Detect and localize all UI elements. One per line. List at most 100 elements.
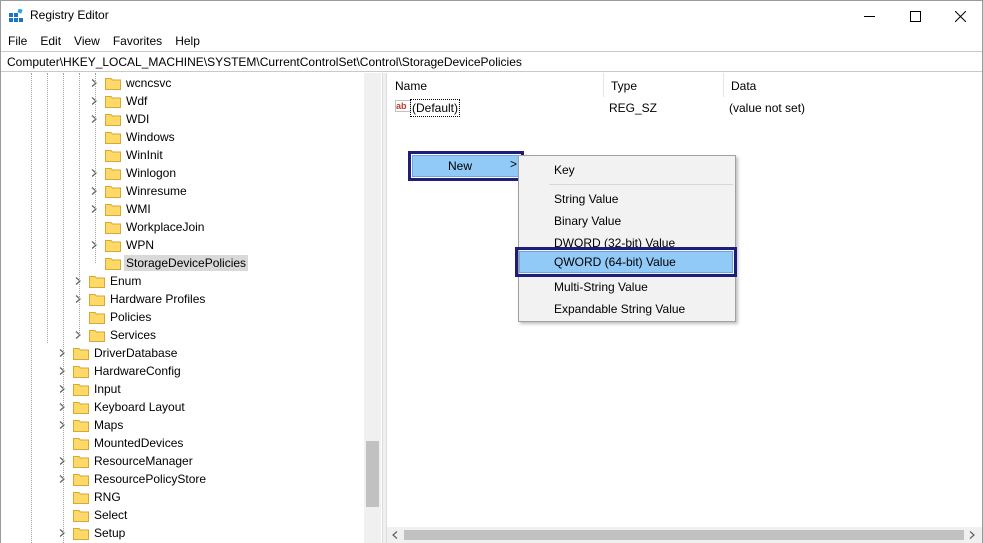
menu-view[interactable]: View xyxy=(70,31,104,51)
chevron-right-icon[interactable] xyxy=(73,326,83,344)
tree-item-label: Maps xyxy=(94,418,124,432)
tree-item-wmi[interactable]: WMI xyxy=(89,200,153,218)
tree-item-setup[interactable]: Setup xyxy=(57,524,127,542)
address-path[interactable]: Computer\HKEY_LOCAL_MACHINE\SYSTEM\Curre… xyxy=(7,55,522,69)
chevron-right-icon[interactable] xyxy=(57,416,67,434)
tree-item-input[interactable]: Input xyxy=(57,380,123,398)
tree-item-label: Enum xyxy=(110,274,142,288)
value-row-default[interactable]: ab (Default) REG_SZ (value not set) xyxy=(387,99,982,117)
chevron-right-icon[interactable] xyxy=(73,272,83,290)
tree-item-select[interactable]: Select xyxy=(57,506,129,524)
tree-item-label: WinInit xyxy=(126,148,163,162)
folder-icon xyxy=(73,401,89,414)
tree-item-policies[interactable]: Policies xyxy=(73,308,153,326)
tree-item-maps[interactable]: Maps xyxy=(57,416,125,434)
menu-favorites[interactable]: Favorites xyxy=(109,31,166,51)
value-data: (value not set) xyxy=(729,101,806,115)
tree-scrollbar[interactable] xyxy=(364,73,381,543)
chevron-right-icon[interactable] xyxy=(57,344,67,362)
tree-item-winlogon[interactable]: Winlogon xyxy=(89,164,178,182)
chevron-right-icon[interactable] xyxy=(89,164,99,182)
tree-item-resourcemanager[interactable]: ResourceManager xyxy=(57,452,195,470)
tree-item-keyboard-layout[interactable]: Keyboard Layout xyxy=(57,398,187,416)
submenu-item-label: Key xyxy=(554,163,575,177)
tree-item-wdi[interactable]: WDI xyxy=(89,110,151,128)
tree-item-label: DriverDatabase xyxy=(94,346,178,360)
folder-icon xyxy=(73,365,89,378)
folder-icon xyxy=(73,347,89,360)
tree-item-label: Setup xyxy=(94,526,126,540)
minimize-button[interactable] xyxy=(846,1,892,31)
tree-item-winresume[interactable]: Winresume xyxy=(89,182,189,200)
submenu-key[interactable]: Key xyxy=(521,158,733,180)
submenu-item-label: Expandable String Value xyxy=(554,302,686,316)
tree-item-wininit[interactable]: WinInit xyxy=(89,146,165,164)
scroll-right-icon[interactable] xyxy=(969,531,975,539)
submenu-qword-value[interactable]: QWORD (64-bit) Value xyxy=(515,247,737,277)
chevron-right-icon[interactable] xyxy=(89,110,99,128)
scroll-left-icon[interactable] xyxy=(392,531,398,539)
close-button[interactable] xyxy=(937,1,983,31)
chevron-right-icon[interactable] xyxy=(89,200,99,218)
hscroll-thumb[interactable] xyxy=(404,530,964,540)
tree-guide-line xyxy=(63,73,64,543)
submenu-string-value[interactable]: String Value xyxy=(521,187,733,209)
tree-item-services[interactable]: Services xyxy=(73,326,158,344)
registry-editor-icon xyxy=(9,9,23,22)
chevron-right-icon[interactable] xyxy=(57,380,67,398)
chevron-right-icon[interactable] xyxy=(57,524,67,542)
tree-item-wpn[interactable]: WPN xyxy=(89,236,156,254)
column-header-data[interactable]: Data xyxy=(723,73,973,97)
folder-icon xyxy=(105,185,121,198)
tree-item-hardware-profiles[interactable]: Hardware Profiles xyxy=(73,290,207,308)
tree-guide-line xyxy=(47,73,48,343)
value-list-hscrollbar[interactable] xyxy=(387,527,982,543)
tree-item-wcncsvc[interactable]: wcncsvc xyxy=(89,74,173,92)
tree-item-hardwareconfig[interactable]: HardwareConfig xyxy=(57,362,183,380)
tree-item-driverdatabase[interactable]: DriverDatabase xyxy=(57,344,179,362)
chevron-right-icon[interactable] xyxy=(57,470,67,488)
submenu-binary-value[interactable]: Binary Value xyxy=(521,209,733,231)
tree-item-label: Wdf xyxy=(126,94,148,108)
tree-item-mounteddevices[interactable]: MountedDevices xyxy=(57,434,185,452)
column-header-name[interactable]: Name xyxy=(387,73,603,97)
chevron-right-icon[interactable] xyxy=(89,92,99,110)
submenu-multi-string-value[interactable]: Multi-String Value xyxy=(521,275,733,297)
value-name: (Default) xyxy=(410,99,461,117)
tree-item-resourcepolicystore[interactable]: ResourcePolicyStore xyxy=(57,470,208,488)
tree-item-enum[interactable]: Enum xyxy=(73,272,143,290)
tree-item-storagedevicepolicies[interactable]: StorageDevicePolicies xyxy=(89,254,249,272)
tree-item-rng[interactable]: RNG xyxy=(57,488,123,506)
chevron-right-icon[interactable] xyxy=(89,74,99,92)
tree-scroll-thumb[interactable] xyxy=(366,441,379,507)
context-menu-new[interactable]: New > xyxy=(408,151,524,181)
chevron-right-icon[interactable] xyxy=(73,290,83,308)
tree-item-windows[interactable]: Windows xyxy=(89,128,177,146)
submenu-item-label: Binary Value xyxy=(554,214,622,228)
folder-icon xyxy=(89,329,105,342)
chevron-right-icon[interactable] xyxy=(57,452,67,470)
column-header-type[interactable]: Type xyxy=(603,73,723,97)
menu-file[interactable]: File xyxy=(4,31,31,51)
tree-item-label: WPN xyxy=(126,238,154,252)
chevron-right-icon[interactable] xyxy=(89,182,99,200)
tree-item-label: Select xyxy=(94,508,128,522)
submenu-item-label: Multi-String Value xyxy=(554,280,648,294)
tree-item-label: MountedDevices xyxy=(94,436,184,450)
maximize-button[interactable] xyxy=(892,1,938,31)
tree-item-label: Winlogon xyxy=(126,166,177,180)
menu-help[interactable]: Help xyxy=(171,31,204,51)
address-bar[interactable]: Computer\HKEY_LOCAL_MACHINE\SYSTEM\Curre… xyxy=(1,51,982,72)
chevron-right-icon[interactable] xyxy=(57,362,67,380)
submenu-expandable-string-value[interactable]: Expandable String Value xyxy=(521,297,733,319)
tree-item-workplacejoin[interactable]: WorkplaceJoin xyxy=(89,218,206,236)
tree-item-wdf[interactable]: Wdf xyxy=(89,92,149,110)
menu-edit[interactable]: Edit xyxy=(36,31,65,51)
chevron-right-icon[interactable] xyxy=(89,236,99,254)
submenu-item-label: QWORD (64-bit) Value xyxy=(554,255,676,269)
chevron-right-icon[interactable] xyxy=(57,398,67,416)
